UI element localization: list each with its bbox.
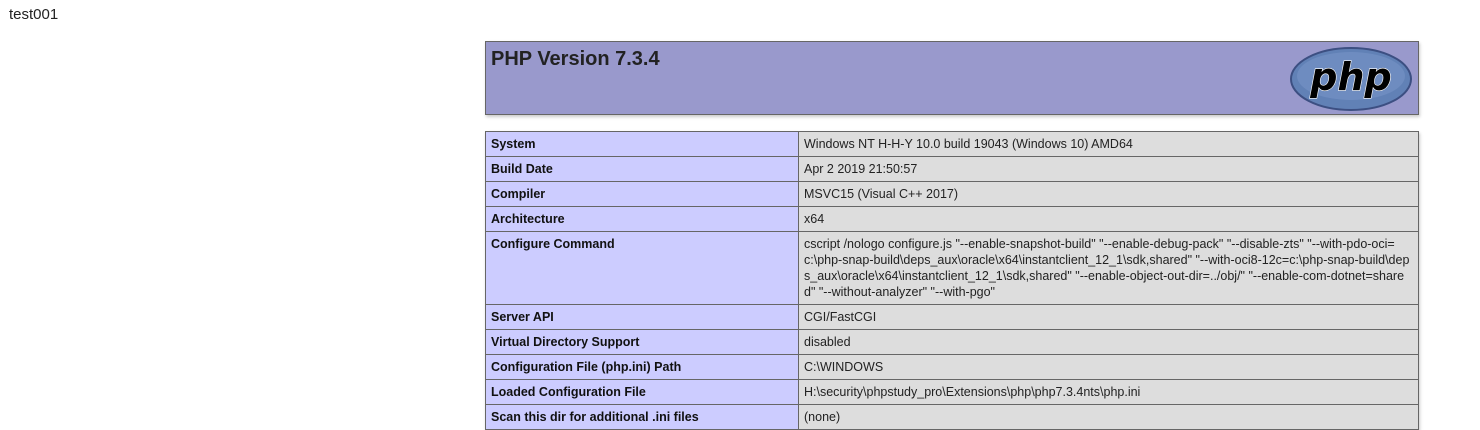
row-value: MSVC15 (Visual C++ 2017) xyxy=(798,181,1419,207)
row-value: (none) xyxy=(798,404,1419,430)
row-label: Server API xyxy=(485,304,799,330)
table-row: Virtual Directory Support disabled xyxy=(485,329,1419,355)
page-top-text: test001 xyxy=(9,6,59,23)
row-value: disabled xyxy=(798,329,1419,355)
table-row: Architecture x64 xyxy=(485,206,1419,232)
row-value: CGI/FastCGI xyxy=(798,304,1419,330)
table-row: Scan this dir for additional .ini files(… xyxy=(485,404,1419,430)
table-row: Server API CGI/FastCGI xyxy=(485,304,1419,330)
row-label: Scan this dir for additional .ini files xyxy=(485,404,799,430)
row-label: Virtual Directory Support xyxy=(485,329,799,355)
table-row: Build Date Apr 2 2019 21:50:57 xyxy=(485,156,1419,182)
table-row: System Windows NT H-H-Y 10.0 build 19043 … xyxy=(485,131,1419,157)
row-label: System xyxy=(485,131,799,157)
table-row: Loaded Configuration File H:\security\php… xyxy=(485,379,1419,405)
php-logo: php xyxy=(1290,47,1412,111)
row-label: Build Date xyxy=(485,156,799,182)
row-value: H:\security\phpstudy_pro\Extensions\php\… xyxy=(798,379,1419,405)
php-version-title: PHP Version 7.3.4 xyxy=(491,48,660,70)
row-value: Windows NT H-H-Y 10.0 build 19043 (Windo… xyxy=(798,131,1419,157)
row-label: Loaded Configuration File xyxy=(485,379,799,405)
row-label: Compiler xyxy=(485,181,799,207)
row-label: Configuration File (php.ini) Path xyxy=(485,354,799,380)
table-row: Configure Command cscript /nologo configu… xyxy=(485,231,1419,305)
row-value: x64 xyxy=(798,206,1419,232)
row-label: Configure Command xyxy=(485,231,799,305)
phpinfo-table: System Windows NT H-H-Y 10.0 build 19043 … xyxy=(485,131,1419,430)
row-value: cscript /nologo configure.js "--enable-s… xyxy=(798,231,1419,305)
php-logo-text: php xyxy=(1309,55,1391,99)
table-row: Configuration File (php.ini) Path C:\WIND… xyxy=(485,354,1419,380)
row-value: Apr 2 2019 21:50:57 xyxy=(798,156,1419,182)
phpinfo-header: PHP Version 7.3.4 php xyxy=(485,41,1419,115)
row-label: Architecture xyxy=(485,206,799,232)
table-row: Compiler MSVC15 (Visual C++ 2017) xyxy=(485,181,1419,207)
row-value: C:\WINDOWS xyxy=(798,354,1419,380)
